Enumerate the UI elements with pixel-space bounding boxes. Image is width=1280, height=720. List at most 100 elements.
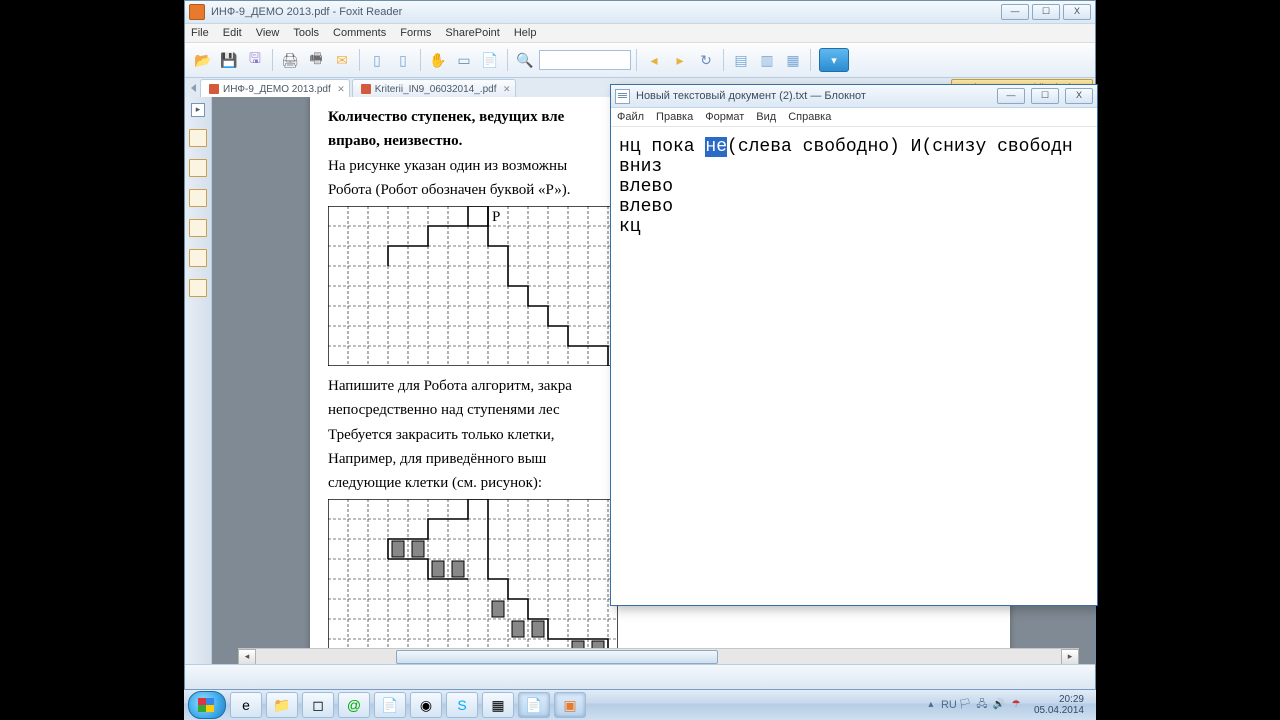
- tray-lang[interactable]: RU: [941, 698, 955, 712]
- foxit-titlebar[interactable]: ИНФ-9_ДЕМО 2013.pdf - Foxit Reader — ☐ X: [185, 1, 1095, 24]
- system-tray: ▴ RU 🏳 🖧 🔊 ☂ 20:29 05.04.2014: [924, 694, 1092, 716]
- task-notepad-active-icon[interactable]: 📄: [518, 692, 550, 718]
- save-icon[interactable]: 💾: [217, 48, 241, 72]
- np-menu-format[interactable]: Формат: [705, 111, 744, 123]
- foxit-menu-button[interactable]: ▾: [819, 48, 849, 72]
- np-maximize-button[interactable]: ☐: [1031, 88, 1059, 104]
- save-as-icon[interactable]: 🖫: [243, 48, 267, 72]
- scroll-left-icon[interactable]: ◂: [238, 649, 256, 665]
- menu-file[interactable]: File: [191, 27, 209, 39]
- clock-date: 05.04.2014: [1034, 705, 1084, 716]
- statusbar: [185, 664, 1095, 689]
- sidebar-collapse-icon[interactable]: ▸: [191, 103, 205, 117]
- np-minimize-button[interactable]: —: [997, 88, 1025, 104]
- zoom1-icon[interactable]: ▤: [729, 48, 753, 72]
- email-icon[interactable]: ✉: [330, 48, 354, 72]
- clock-time: 20:29: [1034, 694, 1084, 705]
- prev-page-icon[interactable]: ◂: [642, 48, 666, 72]
- open-icon[interactable]: 📂: [191, 48, 215, 72]
- doc1-icon[interactable]: ▯: [365, 48, 389, 72]
- hand-tool-icon[interactable]: ✋: [426, 48, 450, 72]
- task-app2-icon[interactable]: ▦: [482, 692, 514, 718]
- menu-edit[interactable]: Edit: [223, 27, 242, 39]
- pdf-icon: [361, 84, 371, 94]
- snapshot-icon[interactable]: 📄: [478, 48, 502, 72]
- tray-net-icon[interactable]: 🖧: [975, 698, 989, 712]
- tabs-scroll-left-icon[interactable]: [191, 84, 196, 92]
- notepad-window[interactable]: Новый текстовый документ (2).txt — Блокн…: [610, 84, 1098, 606]
- tab-doc-2[interactable]: Kriterii_IN9_06032014_.pdf ✕: [352, 79, 516, 98]
- attachments-icon[interactable]: [189, 249, 207, 267]
- zoom2-icon[interactable]: ▥: [755, 48, 779, 72]
- heading-line-2: вправо, неизвестно.: [328, 133, 462, 149]
- find-input[interactable]: [539, 50, 631, 70]
- menu-view[interactable]: View: [256, 27, 280, 39]
- np-menu-view[interactable]: Вид: [756, 111, 776, 123]
- toolbar-sep: [272, 49, 273, 71]
- np-menu-file[interactable]: Файл: [617, 111, 644, 123]
- scroll-right-icon[interactable]: ▸: [1061, 649, 1079, 665]
- task-chrome-icon[interactable]: ◉: [410, 692, 442, 718]
- menu-comments[interactable]: Comments: [333, 27, 386, 39]
- tray-clock[interactable]: 20:29 05.04.2014: [1026, 694, 1092, 716]
- tab-label: ИНФ-9_ДЕМО 2013.pdf: [223, 84, 331, 95]
- task-explorer-icon[interactable]: 📁: [266, 692, 298, 718]
- menu-forms[interactable]: Forms: [400, 27, 431, 39]
- toolbar-sep: [636, 49, 637, 71]
- foxit-title: ИНФ-9_ДЕМО 2013.pdf - Foxit Reader: [211, 6, 995, 18]
- taskbar: e 📁 ◻ @ 📄 ◉ S ▦ 📄 ▣ ▴ RU 🏳 🖧 🔊 ☂ 20:29 0…: [184, 689, 1096, 720]
- select-tool-icon[interactable]: ▭: [452, 48, 476, 72]
- minimize-button[interactable]: —: [1001, 4, 1029, 20]
- np-close-button[interactable]: X: [1065, 88, 1093, 104]
- close-button[interactable]: X: [1063, 4, 1091, 20]
- layers-icon[interactable]: [189, 189, 207, 207]
- task-notepad-icon[interactable]: 📄: [374, 692, 406, 718]
- scroll-thumb[interactable]: [396, 650, 718, 664]
- selected-text: не: [705, 137, 727, 157]
- toolbar-sep: [810, 49, 811, 71]
- maximize-button[interactable]: ☐: [1032, 4, 1060, 20]
- print-icon[interactable]: 🖨: [278, 48, 302, 72]
- menu-sharepoint[interactable]: SharePoint: [445, 27, 499, 39]
- tab-label: Kriterii_IN9_06032014_.pdf: [375, 84, 497, 95]
- toolbar-sep: [420, 49, 421, 71]
- notepad-icon: [615, 89, 630, 104]
- tray-av-icon[interactable]: ☂: [1009, 698, 1023, 712]
- task-skype-icon[interactable]: S: [446, 692, 478, 718]
- toolbar-sep: [507, 49, 508, 71]
- notepad-titlebar[interactable]: Новый текстовый документ (2).txt — Блокн…: [611, 85, 1097, 108]
- menu-tools[interactable]: Tools: [293, 27, 319, 39]
- bookmarks-icon[interactable]: [189, 129, 207, 147]
- tab-close-icon[interactable]: ✕: [337, 84, 345, 95]
- task-agent-icon[interactable]: @: [338, 692, 370, 718]
- task-ie-icon[interactable]: e: [230, 692, 262, 718]
- signatures-icon[interactable]: [189, 279, 207, 297]
- task-foxit-active-icon[interactable]: ▣: [554, 692, 586, 718]
- notepad-menubar: Файл Правка Формат Вид Справка: [611, 108, 1097, 127]
- task-app1-icon[interactable]: ◻: [302, 692, 334, 718]
- nav-sidebar: ▸: [185, 97, 212, 665]
- foxit-app-icon: [189, 4, 205, 20]
- tray-flag-icon[interactable]: 🏳: [958, 698, 972, 712]
- doc2-icon[interactable]: ▯: [391, 48, 415, 72]
- comments-icon[interactable]: [189, 219, 207, 237]
- tray-vol-icon[interactable]: 🔊: [992, 698, 1006, 712]
- tray-up-icon[interactable]: ▴: [924, 698, 938, 712]
- np-menu-edit[interactable]: Правка: [656, 111, 693, 123]
- menu-help[interactable]: Help: [514, 27, 537, 39]
- pdf-icon: [209, 84, 219, 94]
- find-icon[interactable]: 🔍: [513, 48, 537, 72]
- horizontal-scrollbar[interactable]: ◂ ▸: [238, 648, 1079, 665]
- start-button[interactable]: [188, 691, 226, 719]
- pages-icon[interactable]: [189, 159, 207, 177]
- tab-doc-1[interactable]: ИНФ-9_ДЕМО 2013.pdf ✕: [200, 79, 350, 98]
- zoom3-icon[interactable]: ▦: [781, 48, 805, 72]
- scan-icon[interactable]: 🖷: [304, 48, 328, 72]
- tab-close-icon[interactable]: ✕: [503, 84, 511, 95]
- notepad-textarea[interactable]: нц пока не(слева свободно) И(снизу свобо…: [611, 127, 1097, 605]
- foxit-toolbar: 📂 💾 🖫 🖨 🖷 ✉ ▯ ▯ ✋ ▭ 📄 🔍 ◂ ▸ ↻ ▤ ▥ ▦: [185, 43, 1095, 78]
- np-menu-help[interactable]: Справка: [788, 111, 831, 123]
- svg-text:Р: Р: [492, 209, 500, 225]
- next-page-icon[interactable]: ▸: [668, 48, 692, 72]
- rotate-icon[interactable]: ↻: [694, 48, 718, 72]
